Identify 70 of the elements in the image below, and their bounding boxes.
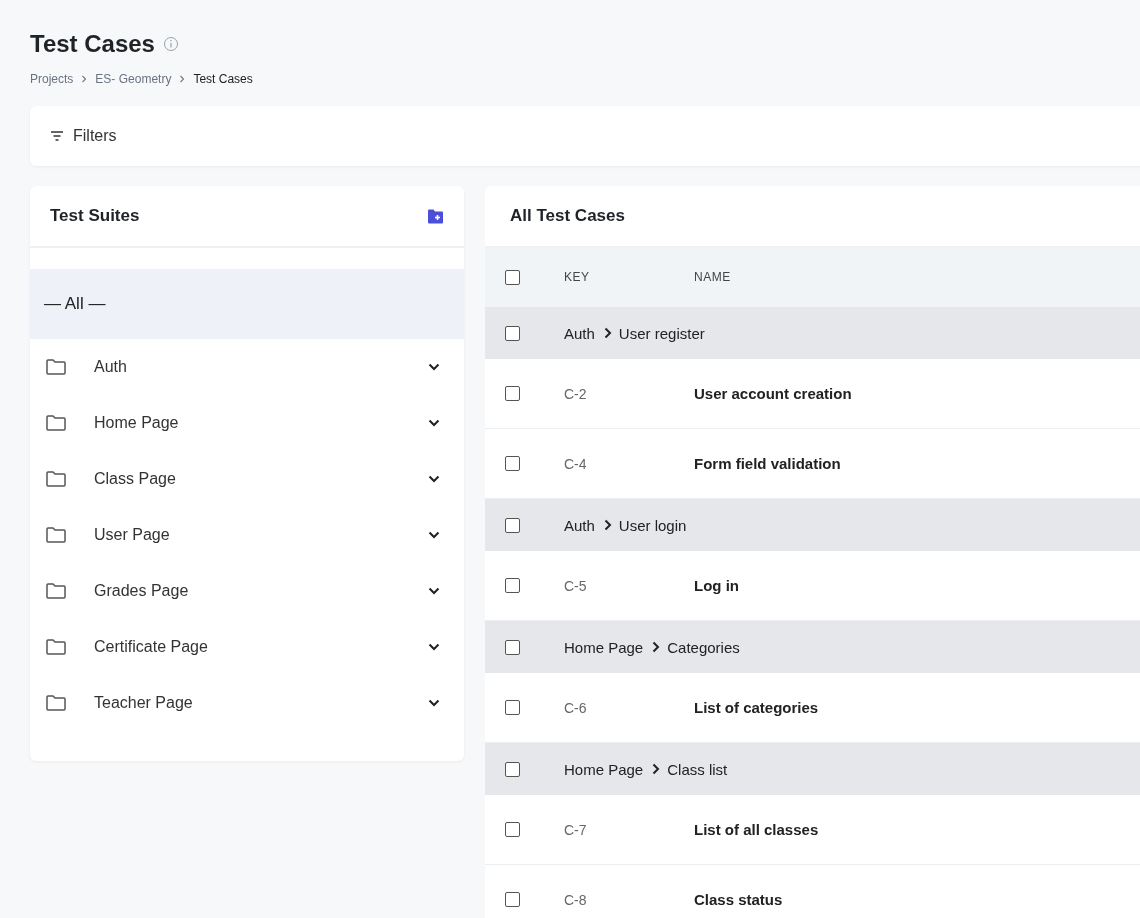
suite-label: Auth bbox=[564, 324, 595, 342]
suite-item[interactable]: Grades Page bbox=[94, 582, 400, 600]
case-key: C-6 bbox=[564, 699, 694, 716]
case-key: C-8 bbox=[564, 891, 694, 908]
checkbox[interactable] bbox=[505, 269, 520, 285]
suite-item[interactable]: — All — bbox=[30, 269, 464, 339]
checkbox[interactable] bbox=[505, 892, 520, 907]
checkbox[interactable] bbox=[505, 386, 520, 401]
chevron-right-icon bbox=[603, 519, 612, 531]
chevron-down-icon[interactable] bbox=[428, 475, 440, 483]
section-label: Class list bbox=[667, 760, 728, 778]
chevron-down-icon[interactable] bbox=[428, 419, 440, 427]
chevron-down-icon[interactable] bbox=[428, 531, 440, 539]
suite-item[interactable]: Home Page bbox=[94, 414, 400, 432]
section-label: Categories bbox=[667, 638, 740, 656]
case-name[interactable]: User account creation bbox=[694, 385, 852, 402]
folder-icon bbox=[46, 359, 66, 375]
checkbox[interactable] bbox=[505, 639, 520, 655]
case-name[interactable]: Class status bbox=[694, 891, 783, 908]
filter-icon bbox=[50, 130, 64, 142]
chevron-down-icon[interactable] bbox=[428, 699, 440, 707]
chevron-right-icon bbox=[652, 763, 661, 775]
panel-title: All Test Cases bbox=[510, 206, 625, 226]
breadcrumb-link[interactable]: Test Cases bbox=[193, 72, 253, 86]
section-label: User login bbox=[618, 516, 687, 534]
add-folder-icon[interactable] bbox=[427, 208, 444, 224]
folder-icon bbox=[46, 695, 66, 711]
chevron-down-icon[interactable] bbox=[428, 643, 440, 651]
checkbox[interactable] bbox=[505, 456, 520, 471]
checkbox[interactable] bbox=[505, 517, 520, 533]
checkbox[interactable] bbox=[505, 761, 520, 777]
breadcrumb-link[interactable]: Projects bbox=[30, 72, 74, 86]
column-header: NAME bbox=[694, 270, 731, 284]
suite-item[interactable]: Certificate Page bbox=[94, 638, 400, 656]
chevron-icon bbox=[81, 75, 88, 83]
case-key: C-4 bbox=[564, 455, 694, 472]
filters-button[interactable]: Filters bbox=[50, 127, 117, 145]
chevron-right-icon bbox=[652, 641, 661, 653]
folder-icon bbox=[46, 639, 66, 655]
folder-icon bbox=[46, 527, 66, 543]
suite-item[interactable]: Teacher Page bbox=[94, 694, 400, 712]
suite-item[interactable]: Class Page bbox=[94, 470, 400, 488]
breadcrumb-link[interactable]: ES- Geometry bbox=[95, 72, 172, 86]
case-name[interactable]: List of all classes bbox=[694, 821, 819, 838]
case-key: C-5 bbox=[564, 577, 694, 594]
panel-title: Test Suites bbox=[50, 206, 140, 226]
chevron-icon bbox=[179, 75, 186, 83]
folder-icon bbox=[46, 415, 66, 431]
suite-label: Home Page bbox=[564, 760, 644, 778]
suite-item[interactable]: Auth bbox=[94, 358, 400, 376]
case-name[interactable]: Form field validation bbox=[694, 455, 841, 472]
folder-icon bbox=[46, 471, 66, 487]
checkbox[interactable] bbox=[505, 325, 520, 341]
chevron-down-icon[interactable] bbox=[428, 363, 440, 371]
case-key: C-2 bbox=[564, 385, 694, 402]
suite-label: Auth bbox=[564, 516, 595, 534]
section-label: User register bbox=[618, 324, 705, 342]
case-name[interactable]: List of categories bbox=[694, 699, 819, 716]
chevron-down-icon[interactable] bbox=[428, 587, 440, 595]
case-key: C-7 bbox=[564, 821, 694, 838]
suite-label: Home Page bbox=[564, 638, 644, 656]
checkbox[interactable] bbox=[505, 578, 520, 593]
column-header: KEY bbox=[564, 270, 591, 284]
chevron-right-icon bbox=[603, 327, 612, 339]
suite-item[interactable]: User Page bbox=[94, 526, 400, 544]
case-name[interactable]: Log in bbox=[694, 577, 739, 594]
page-title: Test Cases bbox=[30, 30, 155, 58]
checkbox[interactable] bbox=[505, 700, 520, 715]
checkbox[interactable] bbox=[505, 822, 520, 837]
folder-icon bbox=[46, 583, 66, 599]
